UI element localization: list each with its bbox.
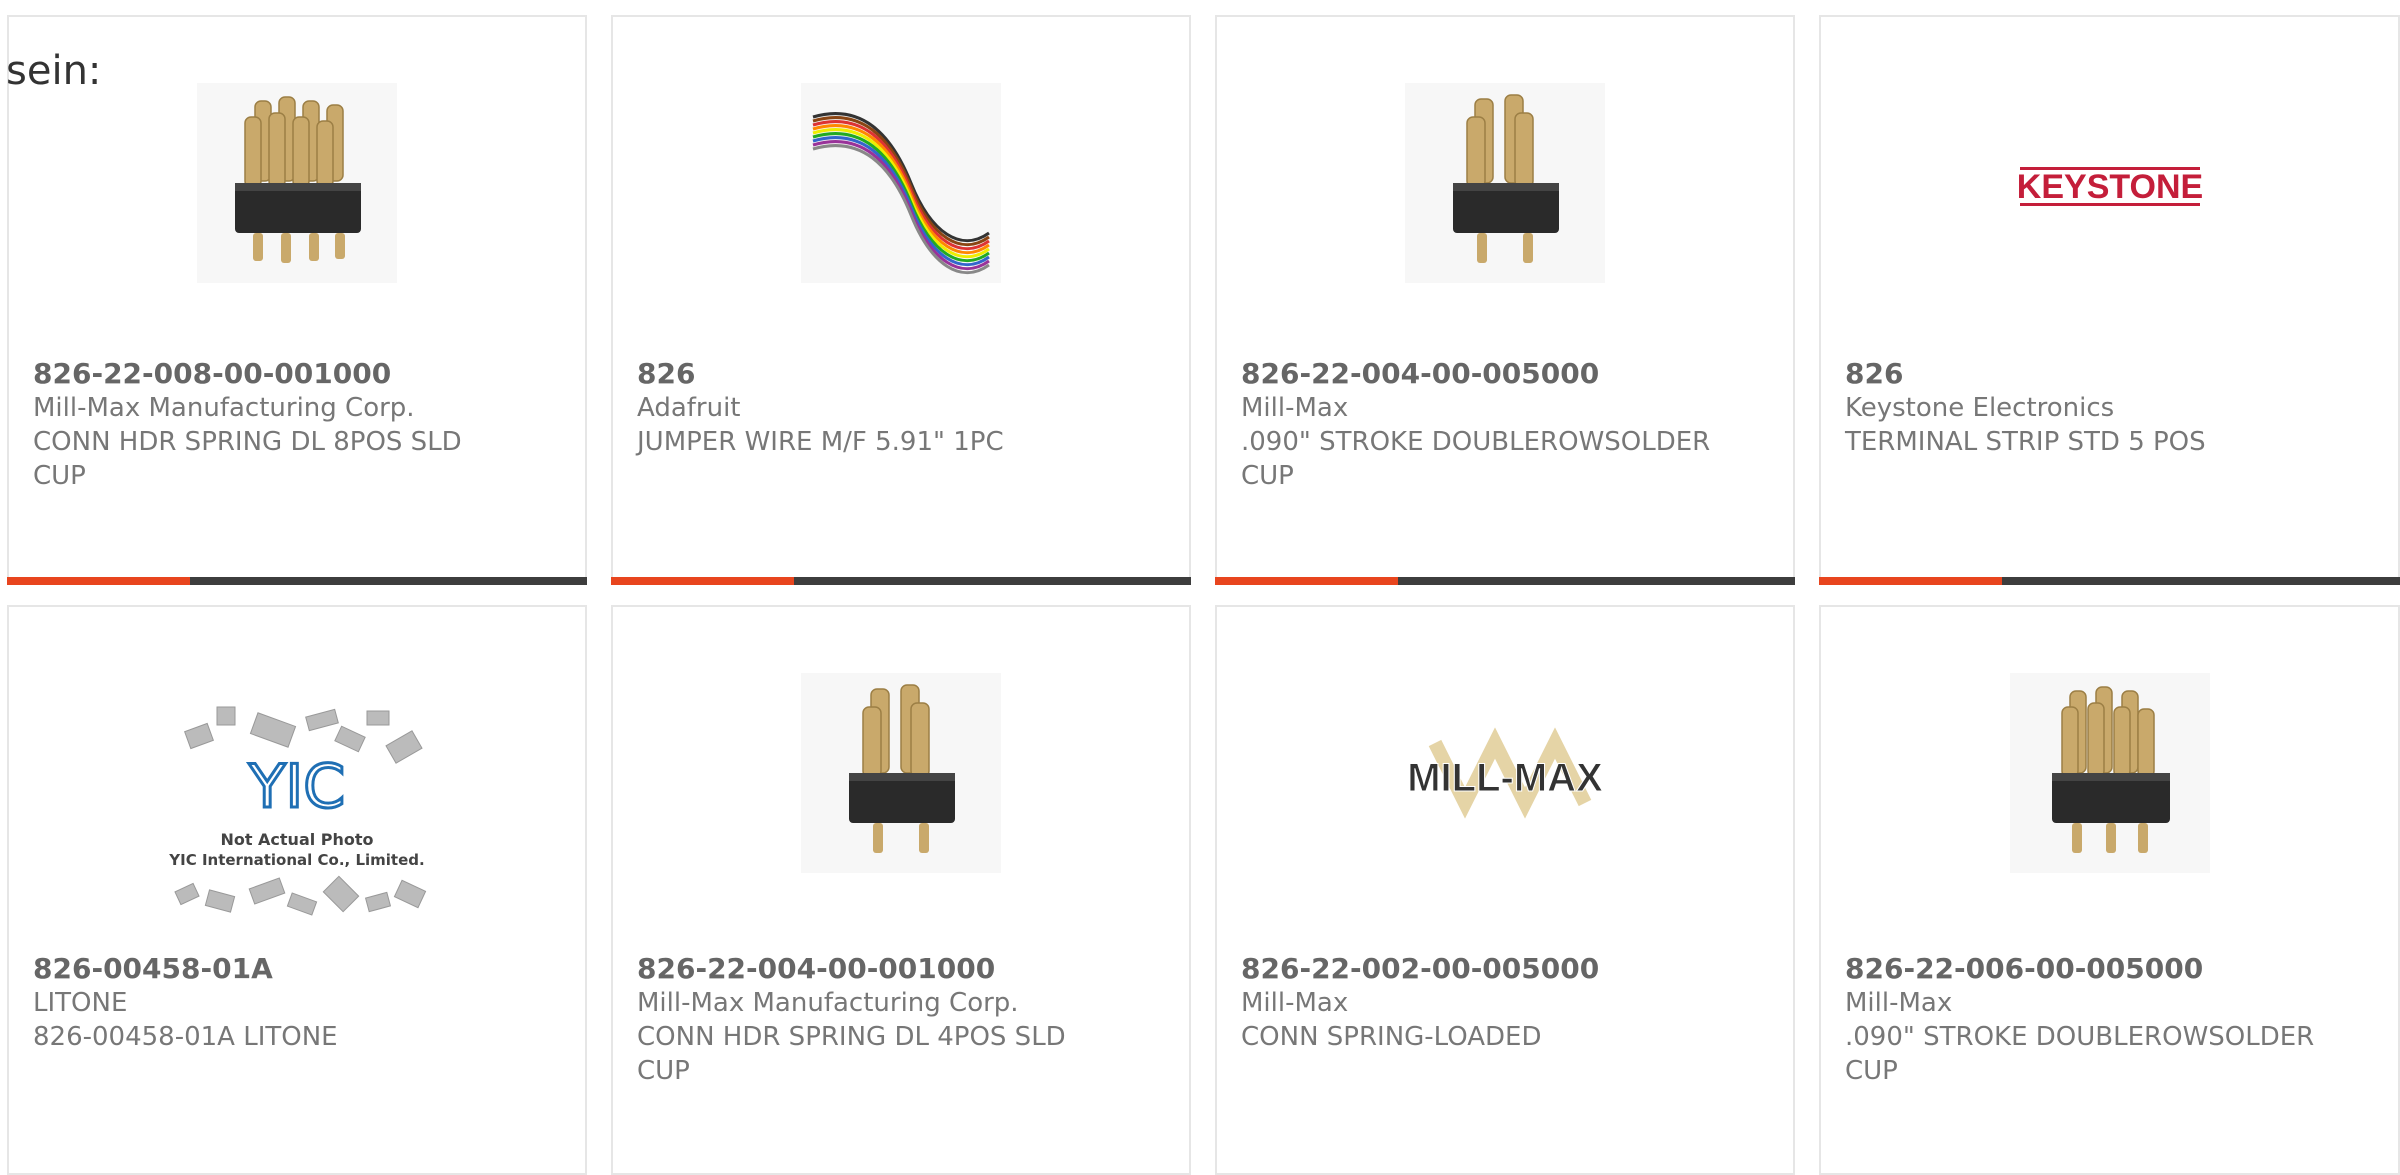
spring-connector-image <box>801 673 1001 873</box>
product-image[interactable]: KEYSTONE <box>1821 83 2398 283</box>
part-number[interactable]: 826-22-002-00-005000 <box>1241 952 1769 986</box>
product-image[interactable] <box>613 83 1189 283</box>
description: CONN SPRING-LOADED <box>1241 1022 1542 1052</box>
manufacturer: Mill-Max <box>1845 988 1953 1018</box>
manufacturer: LITONE <box>33 988 128 1018</box>
part-number[interactable]: 826-22-008-00-001000 <box>33 357 561 391</box>
not-actual-photo-caption: Not Actual Photo <box>220 830 373 849</box>
manufacturer: Mill-Max <box>1241 988 1349 1018</box>
part-number[interactable]: 826 <box>1845 357 2374 391</box>
card-progress-fill <box>7 577 190 585</box>
spring-connector-image <box>2009 673 2210 873</box>
description: CONN HDR SPRING DL 8POS SLD CUP <box>33 427 462 491</box>
card-progress-fill <box>611 577 794 585</box>
manufacturer: Mill-Max Manufacturing Corp. <box>33 393 415 423</box>
product-image[interactable] <box>613 673 1189 873</box>
part-number[interactable]: 826 <box>637 357 1165 391</box>
card-progress-bar <box>1819 577 2400 585</box>
card-progress-bar <box>7 577 587 585</box>
description: 826-00458-01A LITONE <box>33 1022 338 1052</box>
manufacturer: Mill-Max Manufacturing Corp. <box>637 988 1019 1018</box>
description: .090" STROKE DOUBLEROWSOLDER CUP <box>1845 1022 2315 1086</box>
product-card[interactable]: 826 Adafruit JUMPER WIRE M/F 5.91" 1PC <box>611 15 1191 585</box>
yic-caption: YIC International Co., Limited. <box>168 851 424 869</box>
product-card[interactable]: MILL-MAX 826-22-002-00-005000 Mill-Max C… <box>1215 605 1795 1175</box>
card-progress-bar <box>611 577 1191 585</box>
description: CONN HDR SPRING DL 4POS SLD CUP <box>637 1022 1066 1086</box>
description: .090" STROKE DOUBLEROWSOLDER CUP <box>1241 427 1711 491</box>
description: TERMINAL STRIP STD 5 POS <box>1845 427 2206 457</box>
product-image[interactable]: YIC Not Actual Photo YIC International C… <box>9 697 585 937</box>
product-card[interactable]: 826-22-008-00-001000 Mill-Max Manufactur… <box>7 15 587 585</box>
spring-connector-image <box>197 83 397 283</box>
svg-text:MILL-MAX: MILL-MAX <box>1407 756 1603 800</box>
card-progress-bar <box>1215 577 1795 585</box>
part-number[interactable]: 826-22-004-00-001000 <box>637 952 1165 986</box>
card-progress-fill <box>1819 577 2002 585</box>
product-image[interactable] <box>9 83 585 283</box>
product-image[interactable] <box>1217 83 1793 283</box>
card-progress-fill <box>1215 577 1398 585</box>
not-actual-photo-image: YIC Not Actual Photo YIC International C… <box>168 706 427 916</box>
spring-connector-image <box>1405 83 1605 283</box>
keystone-logo: KEYSTONE <box>1999 83 2220 283</box>
manufacturer: Adafruit <box>637 393 741 423</box>
product-card[interactable]: 826-22-004-00-005000 Mill-Max .090" STRO… <box>1215 15 1795 585</box>
jumper-wire-image <box>801 83 1001 283</box>
part-number[interactable]: 826-22-004-00-005000 <box>1241 357 1769 391</box>
svg-text:KEYSTONE: KEYSTONE <box>2016 168 2202 206</box>
product-card[interactable]: KEYSTONE 826 Keystone Electronics TERMIN… <box>1819 15 2400 585</box>
part-number[interactable]: 826-00458-01A <box>33 952 561 986</box>
product-card[interactable]: 826-22-004-00-001000 Mill-Max Manufactur… <box>611 605 1191 1175</box>
part-number[interactable]: 826-22-006-00-005000 <box>1845 952 2374 986</box>
intro-text: sein: <box>6 48 102 94</box>
manufacturer: Mill-Max <box>1241 393 1349 423</box>
product-card[interactable]: YIC Not Actual Photo YIC International C… <box>7 605 587 1175</box>
manufacturer: Keystone Electronics <box>1845 393 2115 423</box>
product-image[interactable] <box>1821 673 2398 873</box>
svg-text:YIC: YIC <box>248 752 345 822</box>
description: JUMPER WIRE M/F 5.91" 1PC <box>637 427 1004 457</box>
product-card[interactable]: 826-22-006-00-005000 Mill-Max .090" STRO… <box>1819 605 2400 1175</box>
product-image[interactable]: MILL-MAX <box>1217 673 1793 873</box>
millmax-logo: MILL-MAX <box>1395 673 1615 873</box>
